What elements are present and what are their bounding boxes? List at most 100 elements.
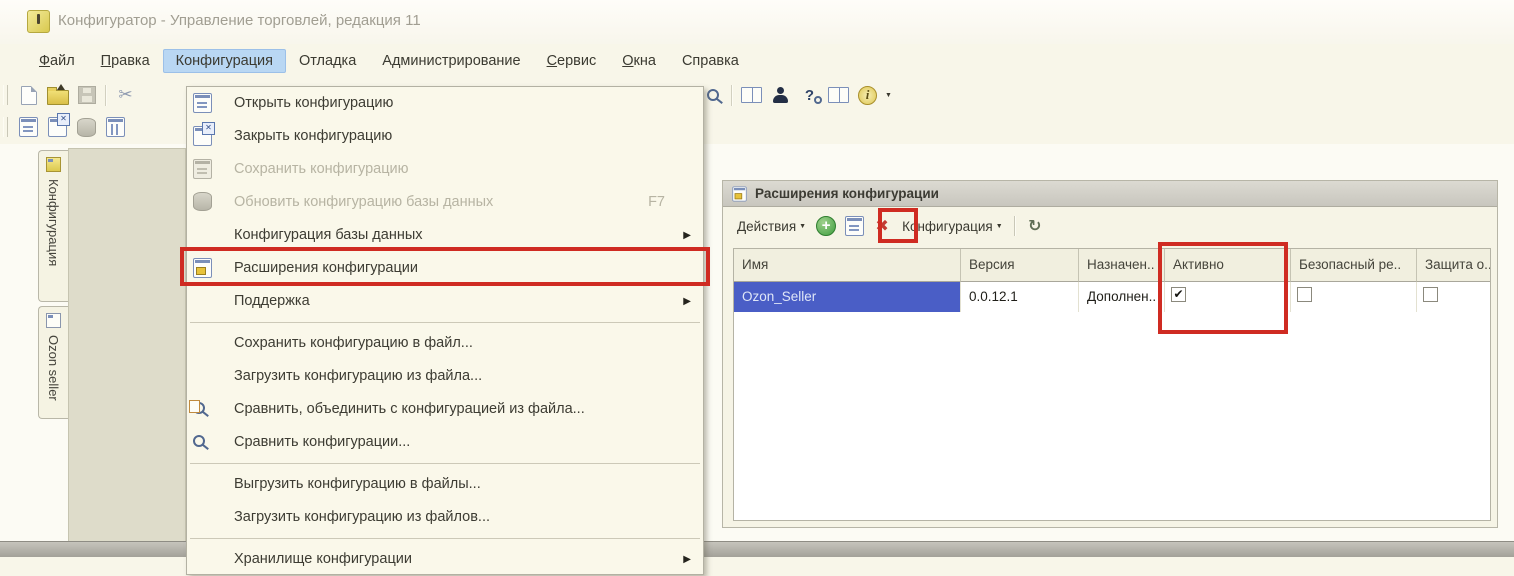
cell-extension-version[interactable]: 0.0.12.1 — [961, 282, 1079, 312]
highlight-box-delete-button — [878, 208, 918, 243]
menu-bar: Файл Правка Конфигурация Отладка Админис… — [0, 44, 1514, 78]
toolbar-drag-handle[interactable] — [3, 117, 8, 137]
app-icon — [27, 10, 50, 33]
search-icon — [707, 89, 719, 101]
toolbar-options-caret-icon[interactable]: ▼ — [885, 92, 892, 99]
database-icon — [77, 118, 96, 137]
column-header-safe-mode[interactable]: Безопасный ре.. — [1291, 249, 1417, 282]
new-document-icon — [21, 86, 37, 105]
sidebar-tab-configuration[interactable]: Конфигурация — [38, 150, 68, 302]
extensions-table: Имя Версия Назначен.. Активно Безопасный… — [733, 248, 1491, 521]
toolbar-separator — [731, 85, 733, 106]
menu-item-load-configuration-from-files[interactable]: Загрузить конфигурацию из файлов... — [187, 501, 703, 534]
configuration-dropdown-menu: Открыть конфигурацию Закрыть конфигураци… — [186, 86, 704, 575]
submenu-arrow-icon: ▶ — [683, 543, 691, 576]
column-header-protection[interactable]: Защита о.. — [1417, 249, 1490, 282]
menubar-item-administration[interactable]: Администрирование — [369, 49, 533, 73]
open-extension-button[interactable] — [840, 213, 868, 239]
chevron-down-icon: ▼ — [799, 223, 806, 230]
menubar-item-debug[interactable]: Отладка — [286, 49, 369, 73]
menubar-item-edit[interactable]: Правка — [88, 49, 163, 73]
add-extension-button[interactable]: + — [812, 213, 840, 239]
new-document-button[interactable] — [15, 82, 42, 108]
configuration-windows-button[interactable] — [102, 114, 129, 140]
add-icon: + — [816, 216, 836, 236]
window-columns-icon — [106, 117, 125, 137]
shortcut-label: F7 — [648, 186, 665, 219]
column-header-name[interactable]: Имя — [734, 249, 961, 282]
table-row[interactable]: Ozon_Seller 0.0.12.1 Дополнен.. ✔ — [734, 282, 1490, 312]
menu-item-save-configuration: Сохранить конфигурацию — [187, 153, 703, 186]
book-icon — [828, 87, 849, 103]
menubar-item-help[interactable]: Справка — [669, 49, 752, 73]
actions-dropdown-button[interactable]: Действия ▼ — [731, 216, 812, 237]
info-icon: i — [858, 86, 877, 105]
extensions-icon — [732, 186, 746, 201]
update-db-configuration-button[interactable] — [73, 114, 100, 140]
syntax-helper-button[interactable] — [767, 82, 794, 108]
chevron-down-icon: ▼ — [996, 223, 1003, 230]
toolbar-separator — [105, 85, 107, 106]
about-button[interactable]: i — [854, 82, 881, 108]
cell-safe-mode — [1291, 282, 1417, 312]
column-header-version[interactable]: Версия — [961, 249, 1079, 282]
menu-item-update-db-configuration: Обновить конфигурацию базы данных F7 — [187, 186, 703, 219]
menubar-item-windows[interactable]: Окна — [609, 49, 669, 73]
menubar-item-configuration[interactable]: Конфигурация — [163, 49, 286, 73]
help-search-button[interactable]: ? — [796, 82, 823, 108]
save-button[interactable] — [73, 82, 100, 108]
menu-item-support[interactable]: Поддержка ▶ — [187, 285, 703, 318]
menu-item-compare-configurations[interactable]: Сравнить конфигурации... — [187, 426, 703, 459]
extensions-panel-title: Расширения конфигурации — [755, 186, 939, 201]
help-search-icon: ? — [805, 87, 814, 104]
refresh-button[interactable]: ↻ — [1021, 213, 1049, 239]
open-configuration-button[interactable] — [15, 114, 42, 140]
submenu-arrow-icon: ▶ — [683, 285, 691, 318]
ozon-seller-tab-icon — [46, 313, 61, 328]
highlight-box-menu-extensions — [180, 247, 710, 286]
highlight-box-active-column — [1158, 242, 1288, 334]
compare-icon — [193, 435, 205, 447]
pages-icon — [741, 87, 762, 103]
save-icon — [78, 86, 96, 104]
menu-item-dump-configuration-to-files[interactable]: Выгрузить конфигурацию в файлы... — [187, 468, 703, 501]
menu-item-compare-merge-with-file[interactable]: Сравнить, объединить с конфигурацией из … — [187, 393, 703, 426]
protection-checkbox[interactable] — [1423, 287, 1438, 302]
sidebar-tab-label: Ozon seller — [46, 335, 61, 401]
window-titlebar: Конфигуратор - Управление торговлей, ред… — [0, 0, 1514, 45]
cell-protection — [1417, 282, 1490, 312]
toolbar-drag-handle[interactable] — [3, 85, 8, 105]
open-item-icon — [845, 216, 864, 236]
safe-mode-checkbox[interactable] — [1297, 287, 1312, 302]
templates-button[interactable] — [738, 82, 765, 108]
sidebar-tab-label: Конфигурация — [46, 179, 61, 266]
menu-item-open-configuration[interactable]: Открыть конфигурацию — [187, 87, 703, 120]
compare-merge-icon — [193, 402, 205, 414]
person-icon — [772, 87, 789, 103]
docked-panel-edge — [68, 148, 186, 556]
refresh-icon: ↻ — [1028, 216, 1041, 236]
close-configuration-icon — [48, 117, 67, 137]
menu-separator — [190, 322, 700, 323]
menu-item-configuration-repository[interactable]: Хранилище конфигурации ▶ — [187, 543, 703, 576]
menu-separator — [190, 538, 700, 539]
menubar-item-service[interactable]: Сервис — [534, 49, 610, 73]
menubar-item-file[interactable]: Файл — [26, 49, 88, 73]
help-contents-button[interactable] — [825, 82, 852, 108]
extensions-panel-titlebar[interactable]: Расширения конфигурации — [723, 181, 1497, 207]
cell-extension-purpose[interactable]: Дополнен.. — [1079, 282, 1165, 312]
menu-item-load-configuration-from-file[interactable]: Загрузить конфигурацию из файла... — [187, 360, 703, 393]
menu-item-close-configuration[interactable]: Закрыть конфигурацию — [187, 120, 703, 153]
menu-separator — [190, 463, 700, 464]
close-configuration-button[interactable] — [44, 114, 71, 140]
open-configuration-icon — [19, 117, 38, 137]
sidebar-tab-ozon-seller[interactable]: Ozon seller — [38, 306, 68, 419]
cell-extension-name[interactable]: Ozon_Seller — [734, 282, 961, 312]
configuration-tab-icon — [46, 157, 61, 172]
cut-button[interactable]: ✂ — [112, 82, 139, 108]
open-file-button[interactable] — [44, 82, 71, 108]
database-icon — [193, 192, 212, 211]
menu-item-save-configuration-to-file[interactable]: Сохранить конфигурацию в файл... — [187, 327, 703, 360]
column-header-purpose[interactable]: Назначен.. — [1079, 249, 1165, 282]
scissors-icon: ✂ — [118, 85, 132, 105]
